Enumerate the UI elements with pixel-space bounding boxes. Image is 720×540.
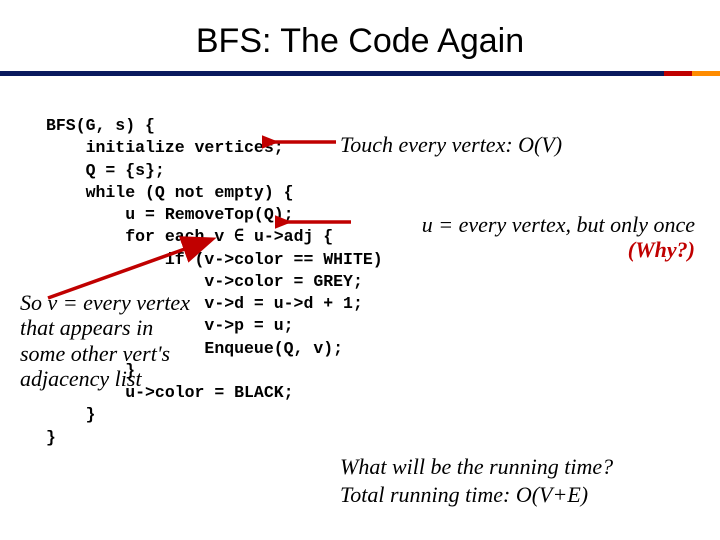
- annot-touch: Touch every vertex: O(V): [340, 132, 562, 157]
- arrow-touch-icon: [262, 131, 340, 153]
- annot-u-once: u = every vertex, but only once (Why?): [355, 212, 695, 263]
- question-line1: What will be the running time?: [340, 453, 613, 481]
- annot-so-v-l3: some other vert's: [20, 341, 190, 366]
- question-line2: Total running time: O(V+E): [340, 481, 613, 509]
- annot-so-v: So v = every vertex that appears in some…: [20, 290, 190, 391]
- annot-why: (Why?): [628, 237, 695, 262]
- annot-so-v-l4: adjacency list: [20, 366, 190, 391]
- arrow-so-v-icon: [42, 232, 222, 304]
- divider-rule: [0, 71, 720, 76]
- annot-so-v-l2: that appears in: [20, 315, 190, 340]
- arrow-u-icon: [275, 211, 355, 233]
- slide-title: BFS: The Code Again: [0, 0, 720, 71]
- annot-u-once-text: u = every vertex, but only once: [422, 212, 695, 237]
- question-block: What will be the running time? Total run…: [340, 453, 613, 508]
